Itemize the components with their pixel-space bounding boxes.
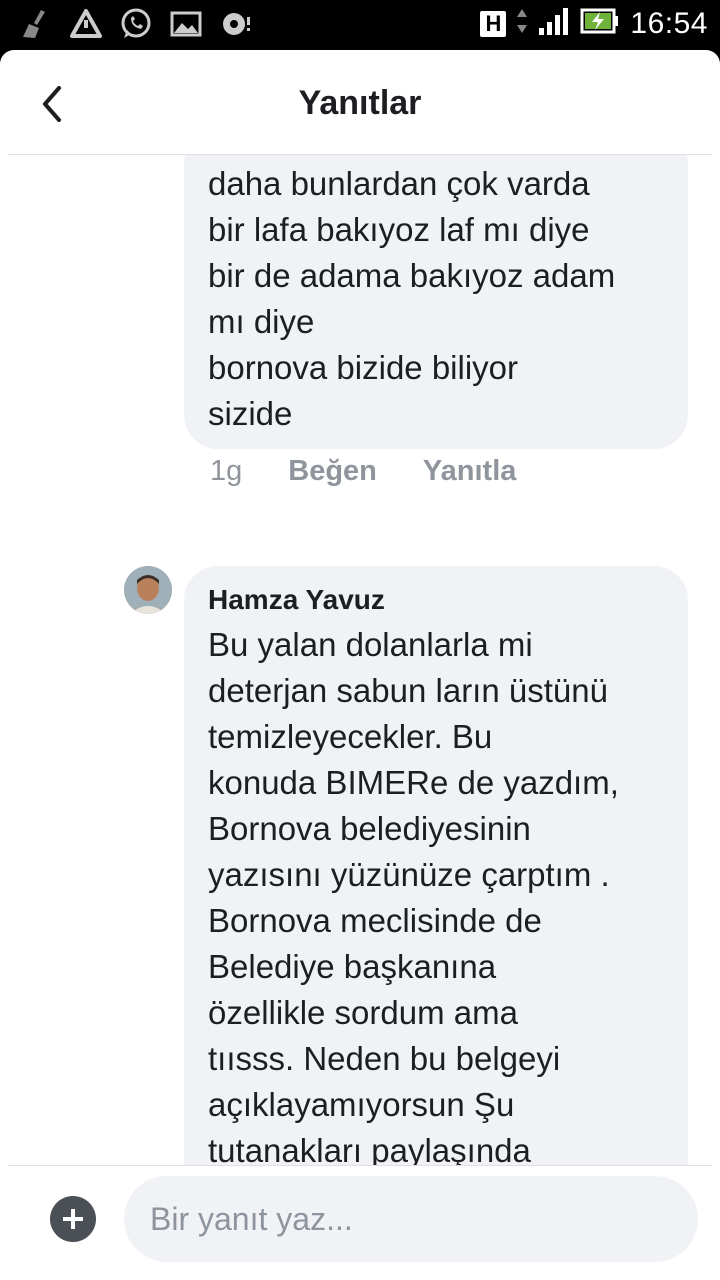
network-type-badge: H bbox=[480, 10, 507, 37]
like-button[interactable]: Beğen bbox=[288, 455, 377, 488]
gallery-icon bbox=[168, 6, 204, 42]
reply-text: daha bunlardan çok varda bir lafa bakıyo… bbox=[208, 165, 616, 432]
signal-icon bbox=[538, 6, 570, 41]
replies-screen: Yanıtlar daha bunlardan çok varda bir la… bbox=[0, 50, 720, 1280]
status-bar: H 16:54 bbox=[0, 0, 720, 50]
notification-icons bbox=[18, 6, 254, 42]
warning-icon bbox=[68, 6, 104, 42]
reply-bubble: daha bunlardan çok varda bir lafa bakıyo… bbox=[184, 155, 688, 449]
reply-text: Bu yalan dolanlarla mi deterjan sabun la… bbox=[208, 626, 619, 1165]
reply-actions: 1g Beğen Yanıtla bbox=[210, 455, 516, 488]
reply-button[interactable]: Yanıtla bbox=[423, 455, 517, 488]
reply-composer bbox=[0, 1166, 720, 1280]
reply-bubble: Hamza Yavuz Bu yalan dolanlarla mi deter… bbox=[184, 566, 688, 1165]
broom-icon bbox=[18, 6, 54, 42]
reply-timestamp: 1g bbox=[210, 455, 243, 487]
avatar[interactable] bbox=[124, 566, 172, 614]
whatsapp-icon bbox=[118, 6, 154, 42]
replies-list[interactable]: daha bunlardan çok varda bir lafa bakıyo… bbox=[0, 155, 720, 1165]
reply-author[interactable]: Hamza Yavuz bbox=[208, 580, 664, 620]
top-bar: Yanıtlar bbox=[0, 50, 720, 154]
plus-icon bbox=[63, 1209, 83, 1229]
data-arrows-icon bbox=[516, 6, 528, 41]
page-title: Yanıtlar bbox=[298, 84, 422, 122]
clock: 16:54 bbox=[630, 6, 708, 40]
add-attachment-button[interactable] bbox=[50, 1196, 96, 1242]
battery-charging-icon bbox=[580, 6, 620, 41]
media-notification-icon bbox=[218, 6, 254, 42]
system-status: H 16:54 bbox=[480, 6, 708, 41]
reply-input[interactable] bbox=[148, 1199, 698, 1239]
reply-input-container[interactable] bbox=[124, 1176, 698, 1262]
